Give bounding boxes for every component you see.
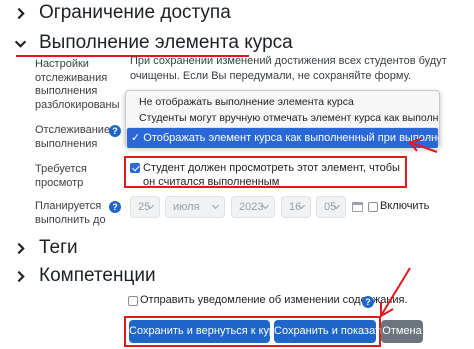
section-completion-header[interactable]: Выполнение элемента курса [14,32,293,54]
section-competencies-header[interactable]: Компетенции [14,265,156,287]
save-display-button[interactable]: Сохранить и показать [274,320,386,343]
section-tags-header[interactable]: Теги [14,237,78,259]
month-select[interactable]: июля [165,196,225,218]
enable-label: Включить [380,200,430,212]
tracking-option[interactable]: Студенты могут вручную отмечать элемент … [126,110,439,126]
tracking-option[interactable]: Не отображать выполнение элемента курса [126,94,439,110]
enable-checkbox[interactable] [368,202,378,212]
notify-checkbox[interactable] [128,296,138,306]
section-title: Выполнение элемента курса [39,32,293,53]
require-view-text: Студент должен просмотреть этот элемент,… [143,162,400,188]
expected-label: Планируется выполнить до [35,200,106,226]
help-icon[interactable]: ? [109,125,121,137]
unlock-warning-text: При сохранении изменений достижения всех… [130,55,447,82]
tracking-option-selected[interactable]: ✓ Отображать элемент курса как выполненн… [126,127,439,149]
section-title: Ограничение доступа [39,2,231,23]
cancel-button[interactable]: Отмена [381,320,423,343]
arrow-to-buttons [380,267,411,318]
day-select[interactable]: 25 [130,196,160,218]
hour-select[interactable]: 16 [281,196,311,218]
chevron-down-icon [14,40,27,48]
tracking-label: Отслеживание выполнения [35,124,111,150]
unlock-label: Настройки отслеживания выполнения разбло… [35,58,120,111]
calendar-icon[interactable] [352,202,363,212]
chevron-right-icon [17,242,25,254]
tracking-dropdown[interactable]: Не отображать выполнение элемента курса … [125,90,440,149]
save-return-button[interactable]: Сохранить и вернуться к курсу [129,320,286,343]
year-select[interactable]: 2023 [231,196,275,218]
help-icon[interactable]: ? [109,201,121,213]
minute-select[interactable]: 05 [316,196,346,218]
section-access-header[interactable]: Ограничение доступа [14,2,231,24]
chevron-right-icon [17,7,25,19]
require-view-label: Требуется просмотр [35,163,87,189]
help-icon[interactable]: ? [362,296,374,308]
require-view-highlight: Студент должен просмотреть этот элемент,… [124,156,407,188]
require-view-checkbox[interactable] [130,163,140,173]
section-title: Компетенции [39,265,156,286]
chevron-right-icon [17,270,25,282]
section-title: Теги [39,237,78,258]
